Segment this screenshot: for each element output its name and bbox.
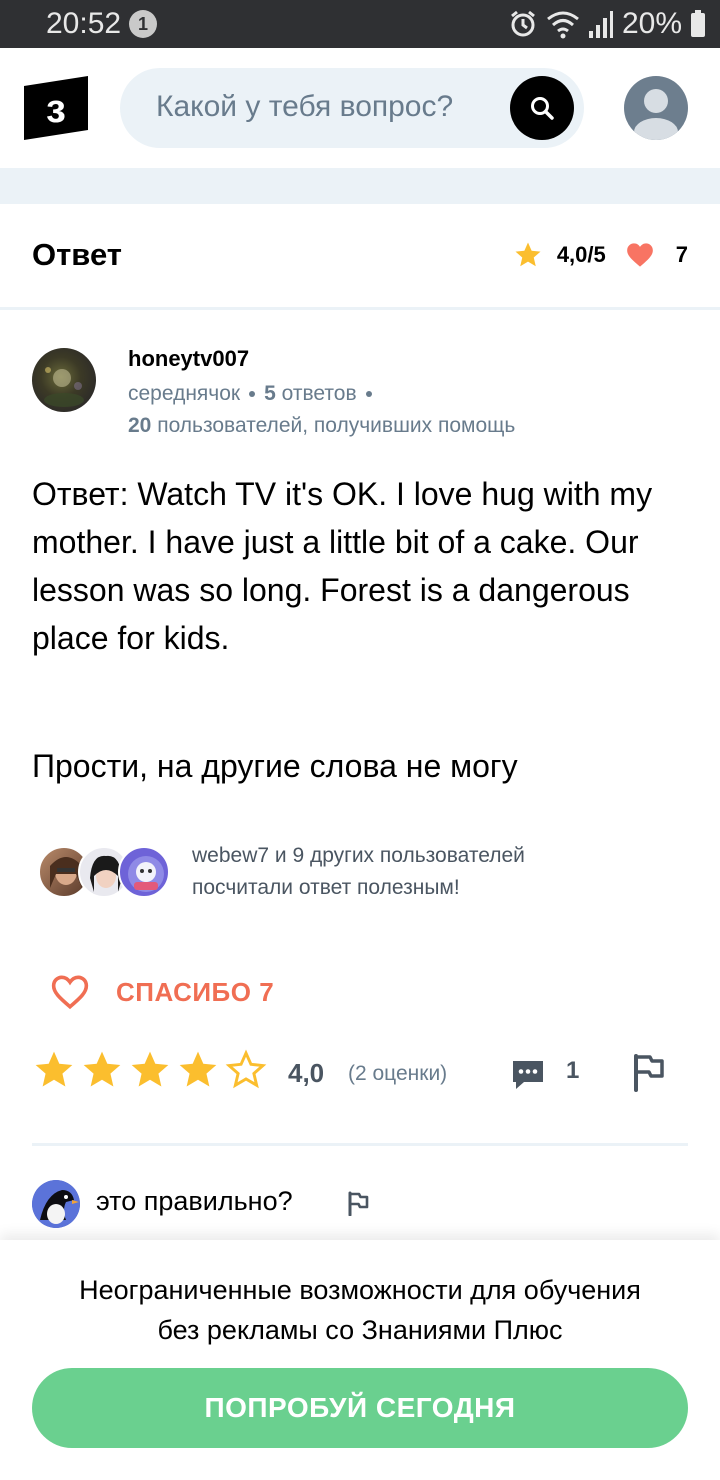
notification-badge: 1	[129, 10, 157, 38]
try-today-button[interactable]: ПОПРОБУЙ СЕГОДНЯ	[32, 1368, 688, 1448]
heart-outline-icon	[51, 975, 89, 1010]
answer-body: Ответ: Watch TV it's OK. I love hug with…	[32, 476, 653, 656]
comment-icon[interactable]	[510, 1056, 546, 1092]
report-flag-icon[interactable]	[630, 1052, 666, 1092]
search-button[interactable]	[510, 76, 574, 140]
answer-title: Ответ	[32, 237, 122, 272]
user-avatar-icon	[634, 89, 678, 140]
rating-row: 4,0 (2 оценки) 1	[32, 1048, 692, 1100]
helpful-line-2: посчитали ответ полезным!	[192, 876, 460, 899]
rating-stars[interactable]	[32, 1048, 268, 1092]
promo-line-2: без рекламы со Знаниями Плюс	[157, 1315, 563, 1345]
answer-rating: 4,0/5	[556, 242, 606, 267]
separator-dot	[365, 391, 372, 398]
brainly-logo[interactable]: з	[24, 76, 88, 140]
heart-icon	[626, 243, 653, 267]
comment-avatar[interactable]	[32, 1180, 80, 1228]
app-header: з Какой у тебя вопрос?	[0, 48, 720, 168]
star-outline-icon[interactable]	[224, 1048, 268, 1092]
author-answers-count: 5	[264, 382, 276, 405]
battery-icon	[691, 10, 705, 37]
comments-count: 1	[566, 1057, 580, 1084]
comment-text: это правильно?	[96, 1186, 293, 1216]
status-icons: 20%	[508, 6, 706, 42]
star-filled-icon[interactable]	[80, 1048, 124, 1092]
answer-body-note: Прости, на другие слова не могу	[32, 748, 518, 784]
author-helped-count: 20	[128, 414, 152, 437]
star-filled-icon[interactable]	[128, 1048, 172, 1092]
signal-icon	[588, 11, 613, 38]
rating-count: (2 оценки)	[348, 1062, 448, 1085]
header-band	[0, 168, 720, 204]
status-time: 20:52	[46, 7, 122, 40]
alarm-icon	[511, 10, 535, 37]
comment-avatar-image	[32, 1180, 80, 1228]
search-icon	[531, 97, 554, 120]
star-filled-icon[interactable]	[32, 1048, 76, 1092]
promo-banner: Неограниченные возможности для обучения …	[0, 1240, 720, 1480]
author-avatar[interactable]	[32, 348, 96, 412]
author-helped-label: пользователей, получивших помощь	[157, 414, 516, 437]
thanks-label: СПАСИБО 7	[116, 976, 275, 1007]
helpful-text: webew7 и 9 других пользователей посчитал…	[192, 840, 525, 904]
author-avatar-image	[44, 367, 84, 407]
comment-report-flag-icon[interactable]	[346, 1190, 370, 1216]
helper-avatar	[118, 846, 170, 898]
answer-header: Ответ 4,0/5 7	[0, 204, 720, 310]
separator-dot	[249, 391, 256, 398]
promo-text: Неограниченные возможности для обучения …	[0, 1270, 720, 1350]
star-filled-icon[interactable]	[176, 1048, 220, 1092]
user-avatar-button[interactable]	[624, 76, 688, 140]
author-name[interactable]: honeytv007	[128, 346, 249, 372]
helpful-avatars[interactable]	[38, 846, 170, 898]
author-answers-label: ответов	[281, 382, 357, 405]
logo-letter: з	[46, 87, 66, 131]
thanks-button[interactable]: СПАСИБО 7	[50, 970, 274, 1014]
rating-value: 4,0	[288, 1058, 325, 1088]
search-input[interactable]: Какой у тебя вопрос?	[156, 90, 453, 124]
star-icon	[515, 242, 541, 267]
divider	[32, 1143, 688, 1146]
answer-stats: 4,0/5 7	[513, 240, 688, 270]
helpful-line-1: webew7 и 9 других пользователей	[192, 844, 525, 867]
author-rank: середнячок	[128, 382, 241, 405]
battery-percent: 20%	[621, 7, 682, 40]
answer-likes: 7	[675, 242, 688, 267]
author-meta: середнячок 5 ответов 20 пользователей, по…	[128, 378, 515, 442]
search-box[interactable]: Какой у тебя вопрос?	[120, 68, 584, 148]
promo-line-1: Неограниченные возможности для обучения	[79, 1275, 641, 1305]
wifi-icon	[547, 11, 579, 39]
status-bar: 20:52 1 20%	[0, 0, 720, 48]
